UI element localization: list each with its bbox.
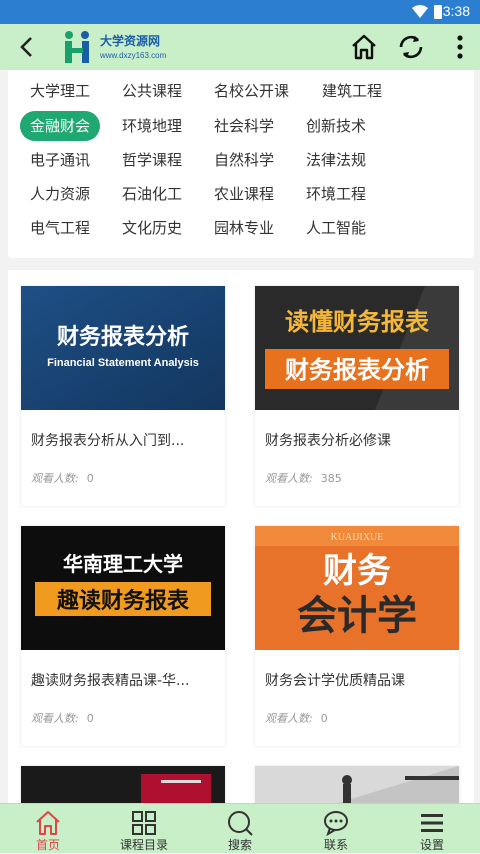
category-item-active[interactable]: 金融财会 xyxy=(20,111,101,141)
tab-search[interactable]: 搜索 xyxy=(192,804,288,854)
category-item[interactable]: 法律法规 xyxy=(306,145,366,175)
view-count-value: 0 xyxy=(86,712,94,725)
more-vert-icon[interactable] xyxy=(446,33,474,61)
category-item[interactable]: 电子通讯 xyxy=(30,145,90,175)
course-card[interactable]: 财务报表分析 Financial Statement Analysis 财务报表… xyxy=(21,286,225,506)
category-item[interactable]: 园林专业 xyxy=(214,213,274,243)
tab-settings[interactable]: 设置 xyxy=(384,804,480,854)
view-label: 观看人数: xyxy=(31,712,79,725)
course-thumbnail: KUAIJIXUE 财务 会计学 xyxy=(255,526,459,650)
course-title: 财务会计学优质精品课 xyxy=(265,673,405,689)
view-count: 观看人数: 0 xyxy=(31,470,94,486)
course-thumbnail: 华南理工大学 趣读财务报表 xyxy=(21,526,225,650)
tab-label: 课程目录 xyxy=(119,838,168,852)
category-item[interactable]: 大学理工 xyxy=(30,76,90,106)
category-item[interactable]: 创新技术 xyxy=(306,111,366,141)
chat-icon xyxy=(324,811,348,837)
bottom-tab-bar: 首页 课程目录 搜索 联系 设置 xyxy=(0,803,480,853)
view-count-value: 0 xyxy=(320,712,328,725)
category-item[interactable]: 人力资源 xyxy=(30,179,90,209)
tab-label: 首页 xyxy=(35,838,60,852)
category-item[interactable]: 哲学课程 xyxy=(122,145,182,175)
course-title: 财务报表分析从入门到... xyxy=(31,433,185,449)
thumb-main-text: 华南理工大学 xyxy=(63,552,183,576)
category-item[interactable]: 农业课程 xyxy=(214,179,274,209)
logo-url: www.dxzy163.com xyxy=(100,51,167,60)
tab-contact[interactable]: 联系 xyxy=(288,804,384,854)
menu-icon xyxy=(421,814,443,832)
thumb-sub-text: Financial Statement Analysis xyxy=(47,357,199,369)
category-item[interactable]: 名校公开课 xyxy=(214,76,289,106)
thumb-sub-text: 财务报表分析 xyxy=(285,356,429,384)
category-item[interactable]: 电气工程 xyxy=(30,213,90,243)
app-bar: 大学资源网 www.dxzy163.com xyxy=(0,24,480,70)
category-item[interactable]: 石油化工 xyxy=(122,179,182,209)
category-item[interactable]: 建筑工程 xyxy=(322,76,382,106)
tab-catalog[interactable]: 课程目录 xyxy=(96,804,192,854)
tab-label: 搜索 xyxy=(227,838,252,852)
category-item[interactable]: 环境地理 xyxy=(122,111,182,141)
category-item[interactable]: 公共课程 xyxy=(122,76,182,106)
status-time: 3:38 xyxy=(442,3,470,19)
view-count: 观看人数: 0 xyxy=(265,710,328,726)
view-count-value: 0 xyxy=(86,472,94,485)
search-icon xyxy=(228,811,253,836)
view-count: 观看人数: 0 xyxy=(31,710,94,726)
view-label: 观看人数: xyxy=(265,472,313,485)
category-item[interactable]: 人工智能 xyxy=(306,213,366,243)
view-label: 观看人数: xyxy=(31,472,79,485)
course-card[interactable]: 读懂财务报表 财务报表分析 财务报表分析必修课 观看人数: 385 xyxy=(255,286,459,506)
category-item[interactable]: 环境工程 xyxy=(306,179,366,209)
tab-label: 设置 xyxy=(419,838,444,852)
category-item[interactable]: 自然科学 xyxy=(214,145,274,175)
tab-label: 联系 xyxy=(323,838,348,852)
home-icon[interactable] xyxy=(350,33,378,61)
course-thumbnail: 财务报表分析 Financial Statement Analysis xyxy=(21,286,225,410)
category-item[interactable]: 文化历史 xyxy=(122,213,182,243)
wifi-icon xyxy=(412,5,428,18)
tab-home[interactable]: 首页 xyxy=(0,804,96,854)
thumb-sub-text: 会计学 xyxy=(297,593,417,639)
status-bar: 3:38 xyxy=(0,0,480,24)
course-thumbnail: 读懂财务报表 财务报表分析 xyxy=(255,286,459,410)
view-count: 观看人数: 385 xyxy=(265,470,342,486)
thumb-main-text: 财务报表分析 xyxy=(57,325,189,350)
category-panel: 大学理工 公共课程 名校公开课 建筑工程 金融财会 环境地理 社会科学 创新技术… xyxy=(8,70,474,258)
course-list: 财务报表分析 Financial Statement Analysis 财务报表… xyxy=(8,270,474,810)
thumb-main-text: 读懂财务报表 xyxy=(285,308,430,336)
view-count-value: 385 xyxy=(320,472,342,485)
home-icon xyxy=(36,811,60,835)
thumb-main-text: 财务 xyxy=(323,551,391,591)
back-icon[interactable] xyxy=(14,34,40,60)
thumb-sub-text: 趣读财务报表 xyxy=(56,588,190,614)
refresh-icon[interactable] xyxy=(397,33,425,61)
logo: 大学资源网 www.dxzy163.com xyxy=(60,28,180,66)
thumb-top-text: KUAIJIXUE xyxy=(331,532,384,543)
battery-icon xyxy=(434,5,442,19)
category-item[interactable]: 社会科学 xyxy=(214,111,274,141)
grid-icon xyxy=(132,811,156,835)
logo-name: 大学资源网 xyxy=(100,34,161,48)
course-title: 趣读财务报表精品课-华... xyxy=(31,673,190,689)
course-card[interactable]: 华南理工大学 趣读财务报表 趣读财务报表精品课-华... 观看人数: 0 xyxy=(21,526,225,746)
course-title: 财务报表分析必修课 xyxy=(265,433,391,449)
view-label: 观看人数: xyxy=(265,712,313,725)
logo-mark xyxy=(65,31,89,63)
course-card[interactable]: KUAIJIXUE 财务 会计学 财务会计学优质精品课 观看人数: 0 xyxy=(255,526,459,746)
